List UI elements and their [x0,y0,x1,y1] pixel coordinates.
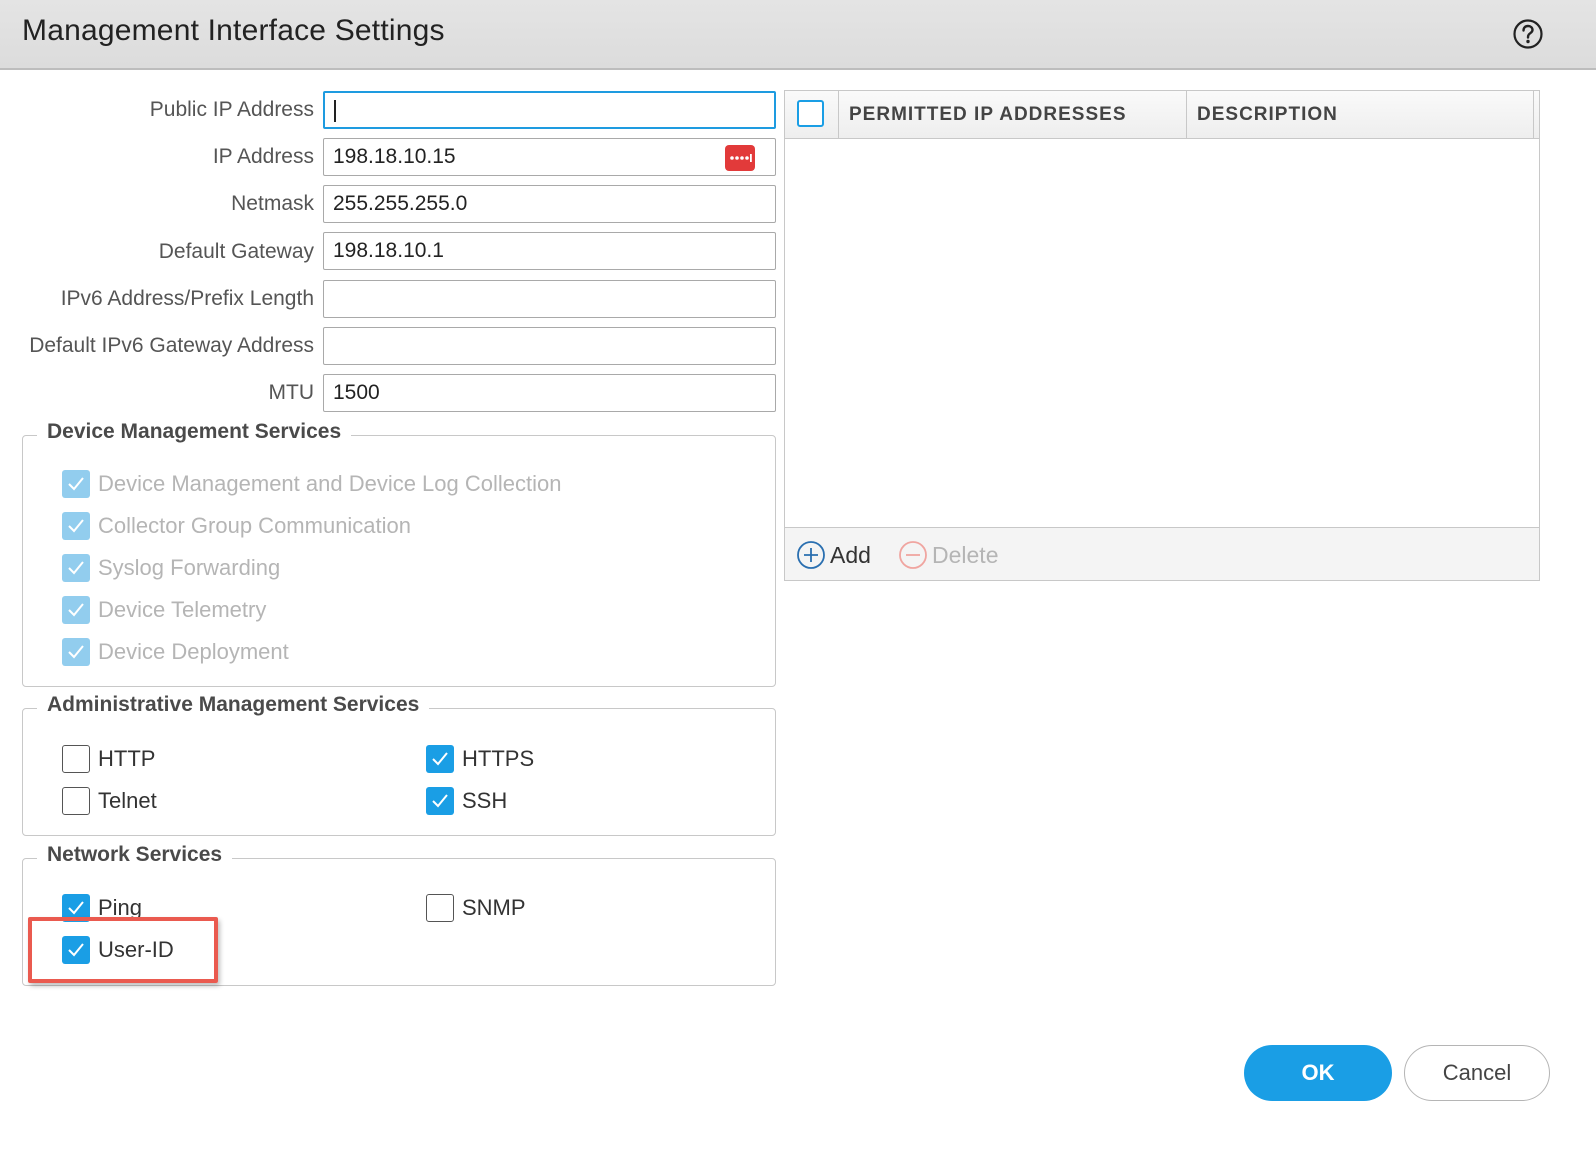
device-management-legend: Device Management Services [37,420,352,444]
mtu-input[interactable]: 1500 [323,374,776,412]
checkbox-label: SNMP [462,895,526,920]
checkbox-box[interactable] [426,894,454,922]
syslog-forwarding-checkbox: Syslog Forwarding [62,553,280,583]
user-id-checkbox[interactable]: User-ID [62,935,174,965]
ip-address-label: IP Address [212,145,314,168]
checkbox-label: Syslog Forwarding [98,555,281,580]
dialog-title: Management Interface Settings [22,14,445,47]
telnet-checkbox[interactable]: Telnet [62,786,157,816]
device-telemetry-checkbox: Device Telemetry [62,595,266,625]
ipv6-gateway-label: Default IPv6 Gateway Address [29,334,314,357]
column-description[interactable]: DESCRIPTION [1197,104,1338,126]
cancel-button[interactable]: Cancel [1404,1045,1550,1101]
checkmark-icon[interactable] [426,787,454,815]
add-label: Add [830,541,871,568]
netmask-label: Netmask [231,192,314,215]
device-management-log-collection-checkbox: Device Management and Device Log Collect… [62,469,561,499]
default-gateway-input[interactable]: 198.18.10.1 [323,232,776,270]
ip-address-input[interactable]: 198.18.10.15 [323,138,776,176]
checkmark-icon[interactable] [426,745,454,773]
checkmark-icon[interactable] [62,936,90,964]
checkmark-icon [62,470,90,498]
checkmark-icon [62,554,90,582]
checkbox-label: SSH [462,788,508,813]
netmask-input[interactable]: 255.255.255.0 [323,185,776,223]
checkmark-icon [62,596,90,624]
public-ip-input[interactable] [323,91,776,129]
column-permitted-ip[interactable]: PERMITTED IP ADDRESSES [849,104,1127,126]
permitted-ip-table: PERMITTED IP ADDRESSES DESCRIPTION Add D… [784,90,1540,581]
checkbox-label: Device Deployment [98,639,289,664]
public-ip-label: Public IP Address [149,98,314,121]
https-checkbox[interactable]: HTTPS [426,744,534,774]
admin-management-legend: Administrative Management Services [37,693,430,717]
ok-button[interactable]: OK [1244,1045,1392,1101]
table-footer: Add Delete [785,527,1539,580]
text-cursor [334,100,336,122]
dialog-titlebar: Management Interface Settings [0,0,1596,70]
checkbox-label: HTTPS [462,746,535,771]
network-services-legend: Network Services [37,843,233,867]
mtu-value: 1500 [333,381,380,404]
add-button[interactable]: Add [796,540,871,570]
ipv6-address-input[interactable] [323,280,776,318]
checkbox-label: User-ID [98,937,174,962]
delete-label: Delete [932,541,999,568]
select-all-cell [785,91,839,139]
http-checkbox[interactable]: HTTP [62,744,155,774]
device-deployment-checkbox: Device Deployment [62,637,289,667]
default-gateway-label: Default Gateway [158,240,314,263]
checkbox-label: HTTP [98,746,156,771]
snmp-checkbox[interactable]: SNMP [426,893,526,923]
checkbox-label: Telnet [98,788,157,813]
minus-circle-icon [899,541,927,569]
checkbox-label: Collector Group Communication [98,513,412,538]
collector-group-communication-checkbox: Collector Group Communication [62,511,411,541]
default-gateway-value: 198.18.10.1 [333,239,444,262]
delete-button[interactable]: Delete [898,540,998,570]
column-divider [1186,91,1187,139]
checkbox-box[interactable] [62,745,90,773]
ip-picker-icon[interactable] [725,145,755,171]
checkmark-icon [62,512,90,540]
question-circle-icon[interactable] [1512,18,1544,50]
checkbox-label: Device Management and Device Log Collect… [98,471,562,496]
ssh-checkbox[interactable]: SSH [426,786,507,816]
table-header: PERMITTED IP ADDRESSES DESCRIPTION [785,91,1539,139]
select-all-checkbox[interactable] [797,100,824,127]
checkmark-icon [62,638,90,666]
ipv6-address-label: IPv6 Address/Prefix Length [60,287,314,310]
column-divider [1533,91,1534,139]
checkbox-box[interactable] [62,787,90,815]
netmask-value: 255.255.255.0 [333,192,468,215]
ip-address-value: 198.18.10.15 [333,145,456,168]
mtu-label: MTU [268,381,315,404]
ipv6-gateway-input[interactable] [323,327,776,365]
checkbox-label: Device Telemetry [98,597,267,622]
plus-circle-icon [797,541,825,569]
